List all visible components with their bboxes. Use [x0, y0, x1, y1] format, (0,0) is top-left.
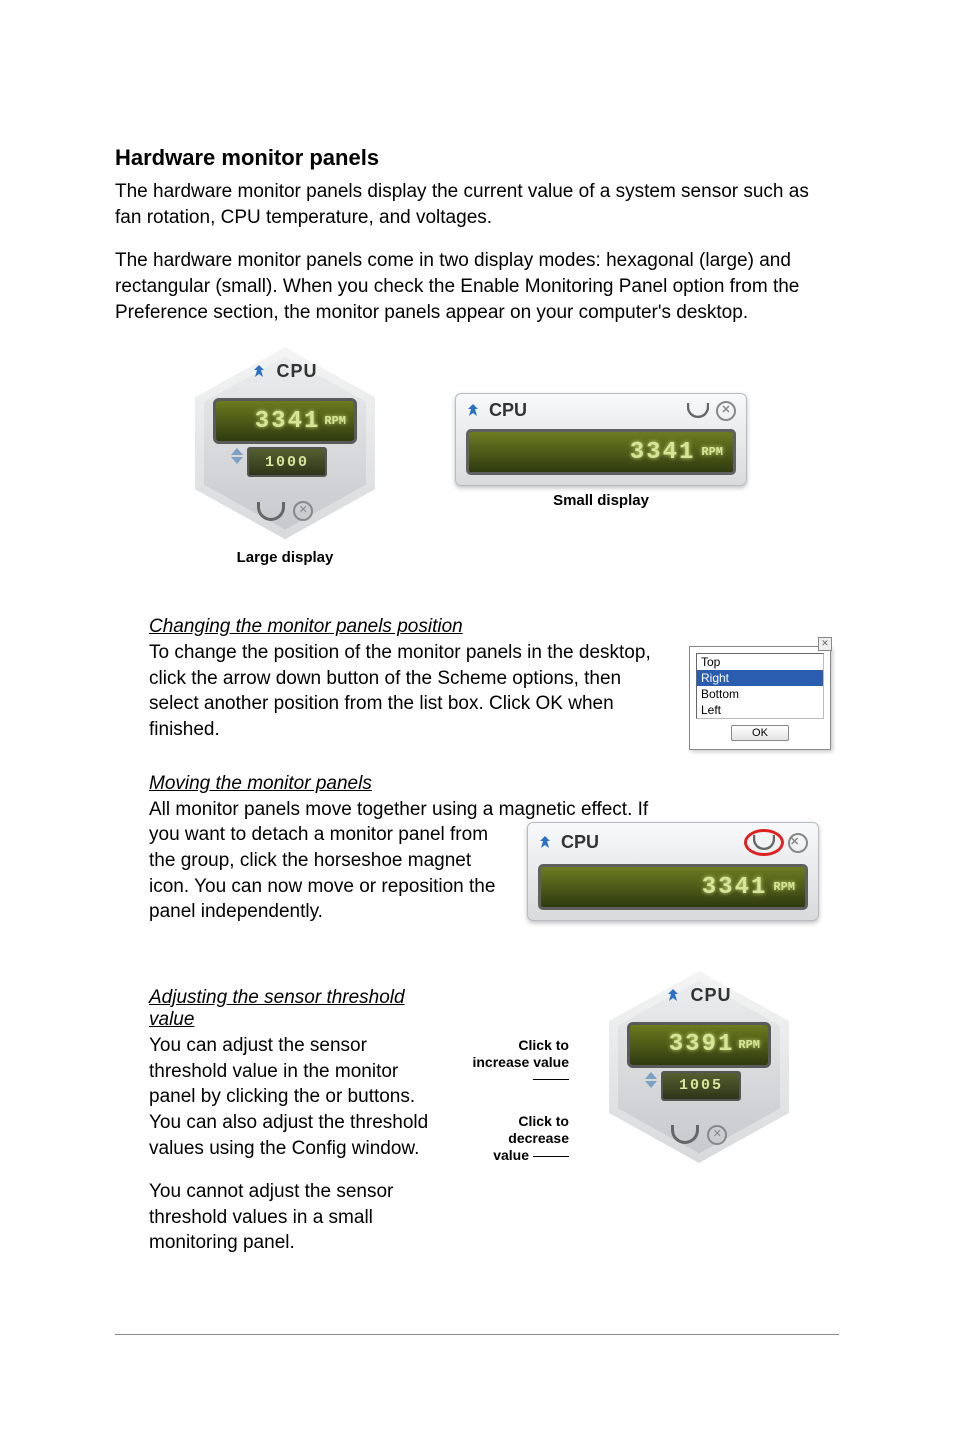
close-icon[interactable]: ✕ — [716, 401, 736, 421]
adjust-threshold-body-2: You cannot adjust the sensor threshold v… — [149, 1179, 449, 1256]
adjust-panel-value: 3391 — [669, 1031, 735, 1058]
decrease-arrow-icon[interactable] — [231, 457, 243, 464]
magnet-icon[interactable] — [671, 1125, 699, 1144]
adjust-panel-title: CPU — [691, 985, 732, 1005]
pin-icon — [252, 365, 266, 379]
intro-paragraph-1: The hardware monitor panels display the … — [115, 179, 839, 230]
adjust-panel-unit: RPM — [738, 1038, 760, 1052]
large-panel-lcd: 3341 RPM — [213, 398, 357, 444]
close-icon[interactable]: ✕ — [788, 833, 808, 853]
position-list[interactable]: Top Right Bottom Left — [696, 653, 824, 719]
page-title: Hardware monitor panels — [115, 145, 839, 171]
position-option-right[interactable]: Right — [697, 670, 823, 686]
position-popup: ✕ Top Right Bottom Left OK — [689, 646, 831, 750]
increase-arrow-icon[interactable] — [231, 448, 243, 455]
small-panel-unit: RPM — [701, 445, 723, 459]
detach-panel-title: CPU — [561, 832, 599, 852]
detach-panel-value: 3341 — [702, 874, 768, 901]
adjust-monitor-panel: CPU 3391 RPM 1005 ✕ — [589, 967, 809, 1167]
adjust-panel-lcd: 3391 RPM — [627, 1022, 771, 1068]
footer-divider — [115, 1334, 839, 1335]
moving-panels-body-b: you want to detach a monitor panel from … — [149, 822, 509, 925]
popup-close-icon[interactable]: ✕ — [818, 637, 832, 651]
magnet-icon[interactable] — [687, 403, 709, 418]
large-display-caption: Large display — [175, 549, 395, 566]
large-panel-unit: RPM — [324, 414, 346, 428]
large-panel-value: 3341 — [255, 408, 321, 435]
decrease-arrow-icon[interactable] — [645, 1081, 657, 1088]
small-panel-value: 3341 — [630, 439, 696, 466]
intro-paragraph-2: The hardware monitor panels come in two … — [115, 248, 839, 325]
moving-panels-body-a: All monitor panels move together using a… — [149, 797, 839, 823]
close-icon[interactable]: ✕ — [293, 501, 313, 521]
threshold-value-box: 1000 — [247, 447, 327, 477]
detach-panel-unit: RPM — [773, 880, 795, 894]
adjust-threshold-body-1: You can adjust the sensor threshold valu… — [149, 1033, 449, 1161]
subhead-adjust-threshold: Adjusting the sensor threshold value — [149, 987, 449, 1031]
small-monitor-panel: CPU ✕ 3341 RPM — [455, 393, 747, 486]
large-monitor-panel: CPU 3341 RPM 1000 ✕ — [175, 343, 395, 543]
ok-button[interactable]: OK — [731, 725, 789, 741]
subhead-moving-panels: Moving the monitor panels — [149, 773, 839, 795]
increase-arrow-icon[interactable] — [645, 1072, 657, 1079]
magnet-icon[interactable] — [753, 835, 775, 850]
detach-panel-lcd: 3341 RPM — [538, 864, 808, 910]
position-option-left[interactable]: Left — [697, 702, 823, 718]
callouts: Click to increase value Click to decreas… — [469, 967, 569, 1164]
close-icon[interactable]: ✕ — [707, 1125, 727, 1145]
small-panel-lcd: 3341 RPM — [466, 429, 736, 475]
pin-icon — [666, 989, 680, 1003]
magnet-icon[interactable] — [257, 502, 285, 521]
small-panel-title: CPU — [489, 400, 527, 420]
pin-icon — [538, 836, 552, 850]
changing-position-body: To change the position of the monitor pa… — [149, 640, 671, 743]
detach-monitor-panel: CPU ✕ 3341 RPM — [527, 822, 819, 921]
large-panel-title: CPU — [277, 361, 318, 381]
magnet-highlight-ring — [744, 829, 784, 856]
adjust-threshold-box: 1005 — [661, 1071, 741, 1101]
pin-icon — [466, 404, 480, 418]
small-display-caption: Small display — [455, 492, 747, 509]
callout-increase: Click to increase value — [472, 1037, 569, 1070]
position-option-top[interactable]: Top — [697, 654, 823, 670]
subhead-changing-position: Changing the monitor panels position — [149, 616, 839, 638]
position-option-bottom[interactable]: Bottom — [697, 686, 823, 702]
